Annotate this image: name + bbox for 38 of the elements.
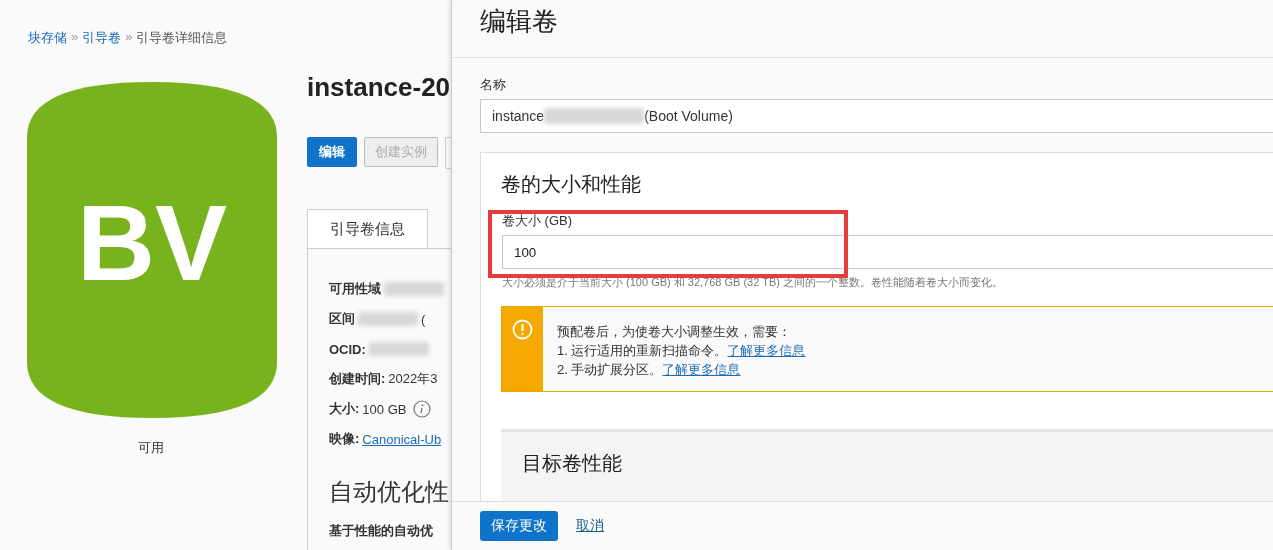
detail-label: 映像: xyxy=(329,430,360,448)
warning-step: 1. 运行适用的重新扫描命令。 xyxy=(557,343,728,358)
section-heading: 自动优化性 xyxy=(329,477,450,507)
detail-label: 可用性域 xyxy=(329,280,381,298)
field-label: 名称 xyxy=(480,76,507,94)
field-label: 卷大小 (GB) xyxy=(502,212,574,230)
card-title: 卷的大小和性能 xyxy=(501,172,642,197)
breadcrumb-link[interactable]: 块存储 xyxy=(28,29,67,47)
subsection-title: 目标卷性能 xyxy=(522,452,622,474)
warning-icon xyxy=(512,319,533,340)
learn-more-link[interactable]: 了解更多信息 xyxy=(662,362,741,377)
page-title: instance-20 xyxy=(307,72,451,104)
size-field[interactable]: 100 xyxy=(502,235,1273,269)
status-label: 可用 xyxy=(138,439,164,457)
detail-value: ( xyxy=(421,311,426,327)
breadcrumb-separator: » xyxy=(71,29,79,46)
save-button[interactable]: 保存更改 xyxy=(480,511,558,541)
panel-title: 编辑卷 xyxy=(480,6,558,36)
cancel-link[interactable]: 取消 xyxy=(576,517,604,535)
edit-button[interactable]: 编辑 xyxy=(307,137,357,167)
detail-value: 100 GB xyxy=(362,401,407,417)
breadcrumb-link[interactable]: 引导卷 xyxy=(82,29,122,47)
section-label: 基于性能的自动优 xyxy=(329,522,434,540)
volume-logo-drawing: BV xyxy=(27,82,277,418)
breadcrumb-separator: » xyxy=(125,29,133,46)
detail-link[interactable]: Canonical-Ub xyxy=(362,431,442,447)
breadcrumb-current: 引导卷详细信息 xyxy=(136,29,228,47)
detail-label: 区间 xyxy=(329,310,355,328)
detail-label: 创建时间: xyxy=(329,370,386,388)
detail-label: OCID: xyxy=(329,341,366,357)
detail-label: 大小: xyxy=(329,400,360,418)
info-icon[interactable] xyxy=(413,400,432,418)
detail-value: 2022年3 xyxy=(388,370,438,388)
tab[interactable]: 引导卷信息 xyxy=(307,209,428,248)
name-field[interactable]: instance (Boot Volume) xyxy=(480,99,1273,133)
learn-more-link[interactable]: 了解更多信息 xyxy=(727,343,806,358)
warning-step: 2. 手动扩展分区。 xyxy=(557,362,663,377)
warning-text: 预配卷后，为使卷大小调整生效，需要： xyxy=(557,323,792,341)
